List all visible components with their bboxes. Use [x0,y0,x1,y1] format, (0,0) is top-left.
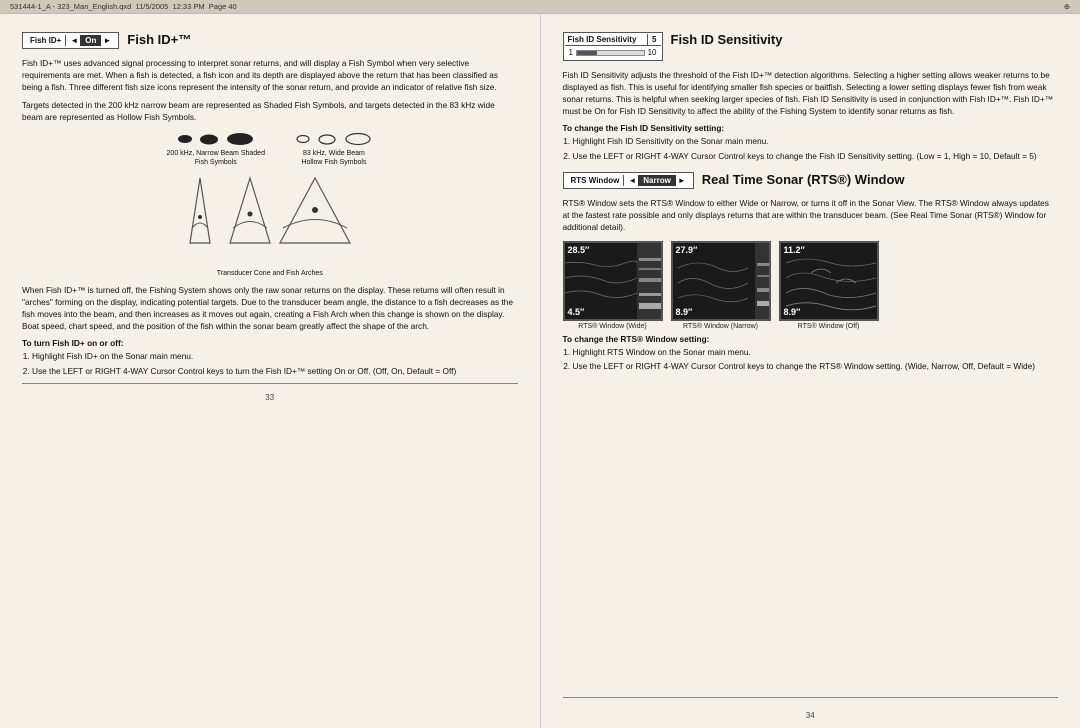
rts-instruction-2: Use the LEFT or RIGHT 4-WAY Cursor Contr… [573,360,1059,372]
sensitivity-fill [577,51,597,55]
fish-shaded-label: 200 kHz, Narrow Beam Shaded Fish Symbols [167,149,265,167]
file-page: Page 40 [209,2,237,11]
left-page-number: 33 [22,392,518,402]
rts-depth-bottom-narrow: 8.9″ [676,307,693,317]
sens-min: 1 [569,48,573,57]
fish-outline-medium [316,133,338,146]
rts-title: Real Time Sonar (RTS®) Window [702,172,905,187]
sensitivity-instruction-heading: To change the Fish ID Sensitivity settin… [563,123,1059,133]
sensitivity-title: Fish ID Sensitivity [671,32,783,47]
fish-icons-shaded [177,131,255,147]
rts-arrow-right[interactable]: ► [678,176,686,185]
fishid-value: On [80,35,101,46]
rts-images-row: 28.5″ [563,241,1059,330]
fish-hollow-label: 83 kHz, Wide Beam Hollow Fish Symbols [301,149,366,167]
fish-outline-large [343,131,373,147]
fishid-header: Fish ID+ ◄ On ► Fish ID+™ [22,32,518,53]
sensitivity-para1: Fish ID Sensitivity adjusts the threshol… [563,69,1059,117]
top-bar: 531444-1_A - 323_Man_English.qxd 11/5/20… [0,0,1080,14]
page-container: 531444-1_A - 323_Man_English.qxd 11/5/20… [0,0,1080,728]
fishid-arrow-right[interactable]: ► [103,36,111,45]
rts-section: RTS Window ◄ Narrow ► Real Time Sonar (R… [563,172,1059,373]
rts-widget-control[interactable]: ◄ Narrow ► [624,174,689,187]
rts-depth-bottom-off: 8.9″ [784,307,801,317]
right-page: Fish ID Sensitivity 5 1 10 Fish I [541,14,1080,728]
fishid-para3: When Fish ID+™ is turned off, the Fishin… [22,284,518,332]
left-page: Fish ID+ ◄ On ► Fish ID+™ Fish ID+™ uses… [0,14,541,728]
sensitivity-instruction-2: Use the LEFT or RIGHT 4-WAY Cursor Contr… [573,150,1059,162]
rts-instruction-heading: To change the RTS® Window setting: [563,334,1059,344]
rts-label-narrow: RTS® Window (Narrow) [683,323,758,330]
fish-group-hollow: 83 kHz, Wide Beam Hollow Fish Symbols [295,131,373,167]
transducer-cones-svg [170,173,370,263]
rts-depth-bottom-wide: 4.5″ [568,307,585,317]
file-date: 11/5/2005 [136,2,169,11]
fish-solid-medium [198,133,220,146]
sensitivity-instruction-1: Highlight Fish ID Sensitivity on the Son… [573,135,1059,147]
crosshair-icon: ⊕ [1064,2,1070,11]
fishid-instruction-1: Highlight Fish ID+ on the Sonar main men… [32,350,518,362]
sensitivity-widget-top: Fish ID Sensitivity 5 [565,34,661,46]
sensitivity-widget[interactable]: Fish ID Sensitivity 5 1 10 [563,32,663,61]
rts-screen-narrow: 27.9″ [671,241,771,321]
sens-max: 10 [648,48,657,57]
fish-solid-large [225,131,255,147]
sensitivity-track[interactable] [576,50,645,56]
file-time: 12:33 PM [173,2,205,11]
fish-icons-hollow [295,131,373,147]
rts-label-off: RTS® Window (Off) [798,323,860,330]
rts-instruction-1: Highlight RTS Window on the Sonar main m… [573,346,1059,358]
fish-outline-small [295,134,311,144]
fishid-para2: Targets detected in the 200 kHz narrow b… [22,99,518,123]
sensitivity-widget-value: 5 [647,34,660,45]
rts-para1: RTS® Window sets the RTS® Window to eith… [563,197,1059,233]
transducer-area [22,173,518,263]
rts-value: Narrow [638,175,676,186]
file-info: 531444-1_A - 323_Man_English.qxd [10,2,131,11]
fish-group-shaded: 200 kHz, Narrow Beam Shaded Fish Symbols [167,131,265,167]
transducer-label: Transducer Cone and Fish Arches [22,267,518,278]
fishid-widget-control[interactable]: ◄ On ► [66,34,115,47]
rts-widget-label: RTS Window [567,175,625,186]
rts-screen-wide: 28.5″ [563,241,663,321]
rts-image-wide: 28.5″ [563,241,663,330]
fishid-instructions: Highlight Fish ID+ on the Sonar main men… [32,350,518,377]
fish-solid-small [177,134,193,144]
fishid-widget[interactable]: Fish ID+ ◄ On ► [22,32,119,49]
fish-symbols-row: 200 kHz, Narrow Beam Shaded Fish Symbols [22,131,518,167]
rts-arrow-left[interactable]: ◄ [628,176,636,185]
rts-instructions: Highlight RTS Window on the Sonar main m… [573,346,1059,373]
fishid-instruction-2: Use the LEFT or RIGHT 4-WAY Cursor Contr… [32,365,518,377]
fishid-instruction-heading: To turn Fish ID+ on or off: [22,338,518,348]
rts-header: RTS Window ◄ Narrow ► Real Time Sonar (R… [563,172,1059,193]
sensitivity-widget-bar: 1 10 [565,46,661,59]
fishid-title: Fish ID+™ [127,32,191,47]
fishid-widget-label: Fish ID+ [26,35,66,46]
rts-image-off: 11.2″ 8.9″ [779,241,879,330]
rts-image-narrow: 27.9″ [671,241,771,330]
sensitivity-header: Fish ID Sensitivity 5 1 10 Fish I [563,32,1059,65]
fishid-para1: Fish ID+™ uses advanced signal processin… [22,57,518,93]
rts-label-wide: RTS® Window (Wide) [578,323,646,330]
rts-screen-off: 11.2″ 8.9″ [779,241,879,321]
fishid-arrow-left[interactable]: ◄ [70,36,78,45]
right-page-number: 34 [541,710,1080,720]
rts-widget[interactable]: RTS Window ◄ Narrow ► [563,172,694,189]
sensitivity-instructions: Highlight Fish ID Sensitivity on the Son… [573,135,1059,162]
sensitivity-widget-label: Fish ID Sensitivity [565,34,648,45]
main-content: Fish ID+ ◄ On ► Fish ID+™ Fish ID+™ uses… [0,14,1080,728]
